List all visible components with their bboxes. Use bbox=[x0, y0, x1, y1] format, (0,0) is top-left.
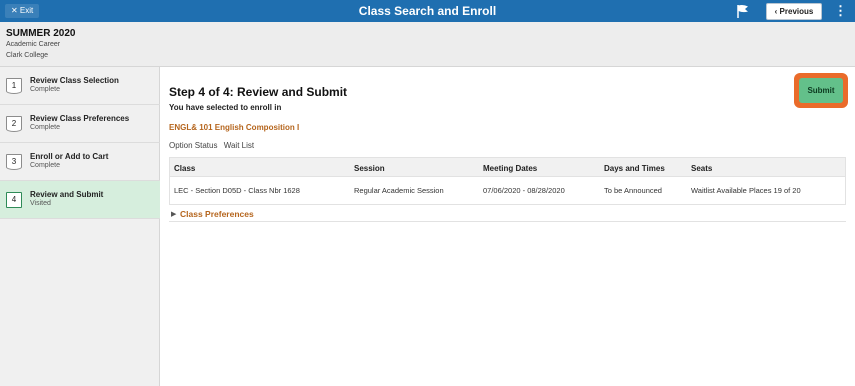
academic-career: Academic Career bbox=[6, 41, 61, 48]
cell-seats: Waitlist Available Places 19 of 20 bbox=[691, 186, 801, 195]
step-title: Review and Submit bbox=[30, 190, 104, 199]
column-header-class: Class bbox=[174, 164, 196, 173]
step-title: Enroll or Add to Cart bbox=[30, 152, 109, 161]
step-number: 2 bbox=[6, 116, 22, 132]
step-number: 3 bbox=[6, 154, 22, 170]
triangle-right-icon: ▶ bbox=[171, 211, 177, 218]
submit-button[interactable]: Submit bbox=[799, 78, 843, 103]
column-header-session: Session bbox=[354, 164, 385, 173]
step-review-and-submit[interactable]: 4 Review and Submit Visited bbox=[0, 181, 160, 219]
step-status: Complete bbox=[30, 124, 60, 131]
main-content: Step 4 of 4: Review and Submit You have … bbox=[161, 67, 855, 386]
cell-class: LEC - Section D05D - Class Nbr 1628 bbox=[174, 186, 300, 195]
option-status: Option Status Wait List bbox=[169, 141, 258, 150]
class-table: Class Session Meeting Dates Days and Tim… bbox=[169, 157, 846, 205]
step-title: Review Class Preferences bbox=[30, 114, 130, 123]
table-header: Class Session Meeting Dates Days and Tim… bbox=[169, 157, 846, 177]
previous-button[interactable]: ‹ Previous bbox=[766, 3, 822, 20]
step-heading: Step 4 of 4: Review and Submit bbox=[169, 85, 348, 99]
flag-icon[interactable] bbox=[735, 3, 751, 19]
page-title: Class Search and Enroll bbox=[358, 4, 497, 18]
column-header-days-and-times: Days and Times bbox=[604, 164, 665, 173]
term-bar: SUMMER 2020 Academic Career Clark Colleg… bbox=[0, 22, 855, 67]
step-number: 1 bbox=[6, 78, 22, 94]
step-status: Complete bbox=[30, 162, 60, 169]
term-name: SUMMER 2020 bbox=[6, 28, 76, 39]
option-status-label: Option Status bbox=[169, 141, 218, 150]
enroll-intro-text: You have selected to enroll in bbox=[169, 103, 282, 112]
top-bar: ✕ Exit Class Search and Enroll ‹ Previou… bbox=[0, 0, 855, 22]
college-name: Clark College bbox=[6, 52, 49, 59]
step-enroll-or-add-to-cart[interactable]: 3 Enroll or Add to Cart Complete bbox=[0, 143, 160, 181]
option-status-value: Wait List bbox=[223, 141, 255, 150]
step-review-class-selection[interactable]: 1 Review Class Selection Complete bbox=[0, 67, 160, 105]
column-header-meeting-dates: Meeting Dates bbox=[483, 164, 538, 173]
class-preferences-toggle[interactable]: ▶ Class Preferences bbox=[169, 208, 846, 222]
step-status: Visited bbox=[30, 200, 51, 207]
step-title: Review Class Selection bbox=[30, 76, 119, 85]
course-title: ENGL& 101 English Composition I bbox=[169, 123, 300, 132]
table-row: LEC - Section D05D - Class Nbr 1628 Regu… bbox=[169, 177, 846, 205]
cell-days-and-times: To be Announced bbox=[604, 186, 662, 195]
step-review-class-preferences[interactable]: 2 Review Class Preferences Complete bbox=[0, 105, 160, 143]
cell-meeting-dates: 07/06/2020 - 08/28/2020 bbox=[483, 186, 565, 195]
step-number: 4 bbox=[6, 192, 22, 208]
class-preferences-label: Class Preferences bbox=[180, 209, 254, 219]
cell-session: Regular Academic Session bbox=[354, 186, 444, 195]
more-options-icon[interactable]: ⋮ bbox=[834, 3, 847, 19]
column-header-seats: Seats bbox=[691, 164, 713, 173]
submit-highlight: Submit bbox=[794, 73, 848, 108]
steps-sidebar: 1 Review Class Selection Complete 2 Revi… bbox=[0, 67, 160, 386]
step-status: Complete bbox=[30, 86, 60, 93]
